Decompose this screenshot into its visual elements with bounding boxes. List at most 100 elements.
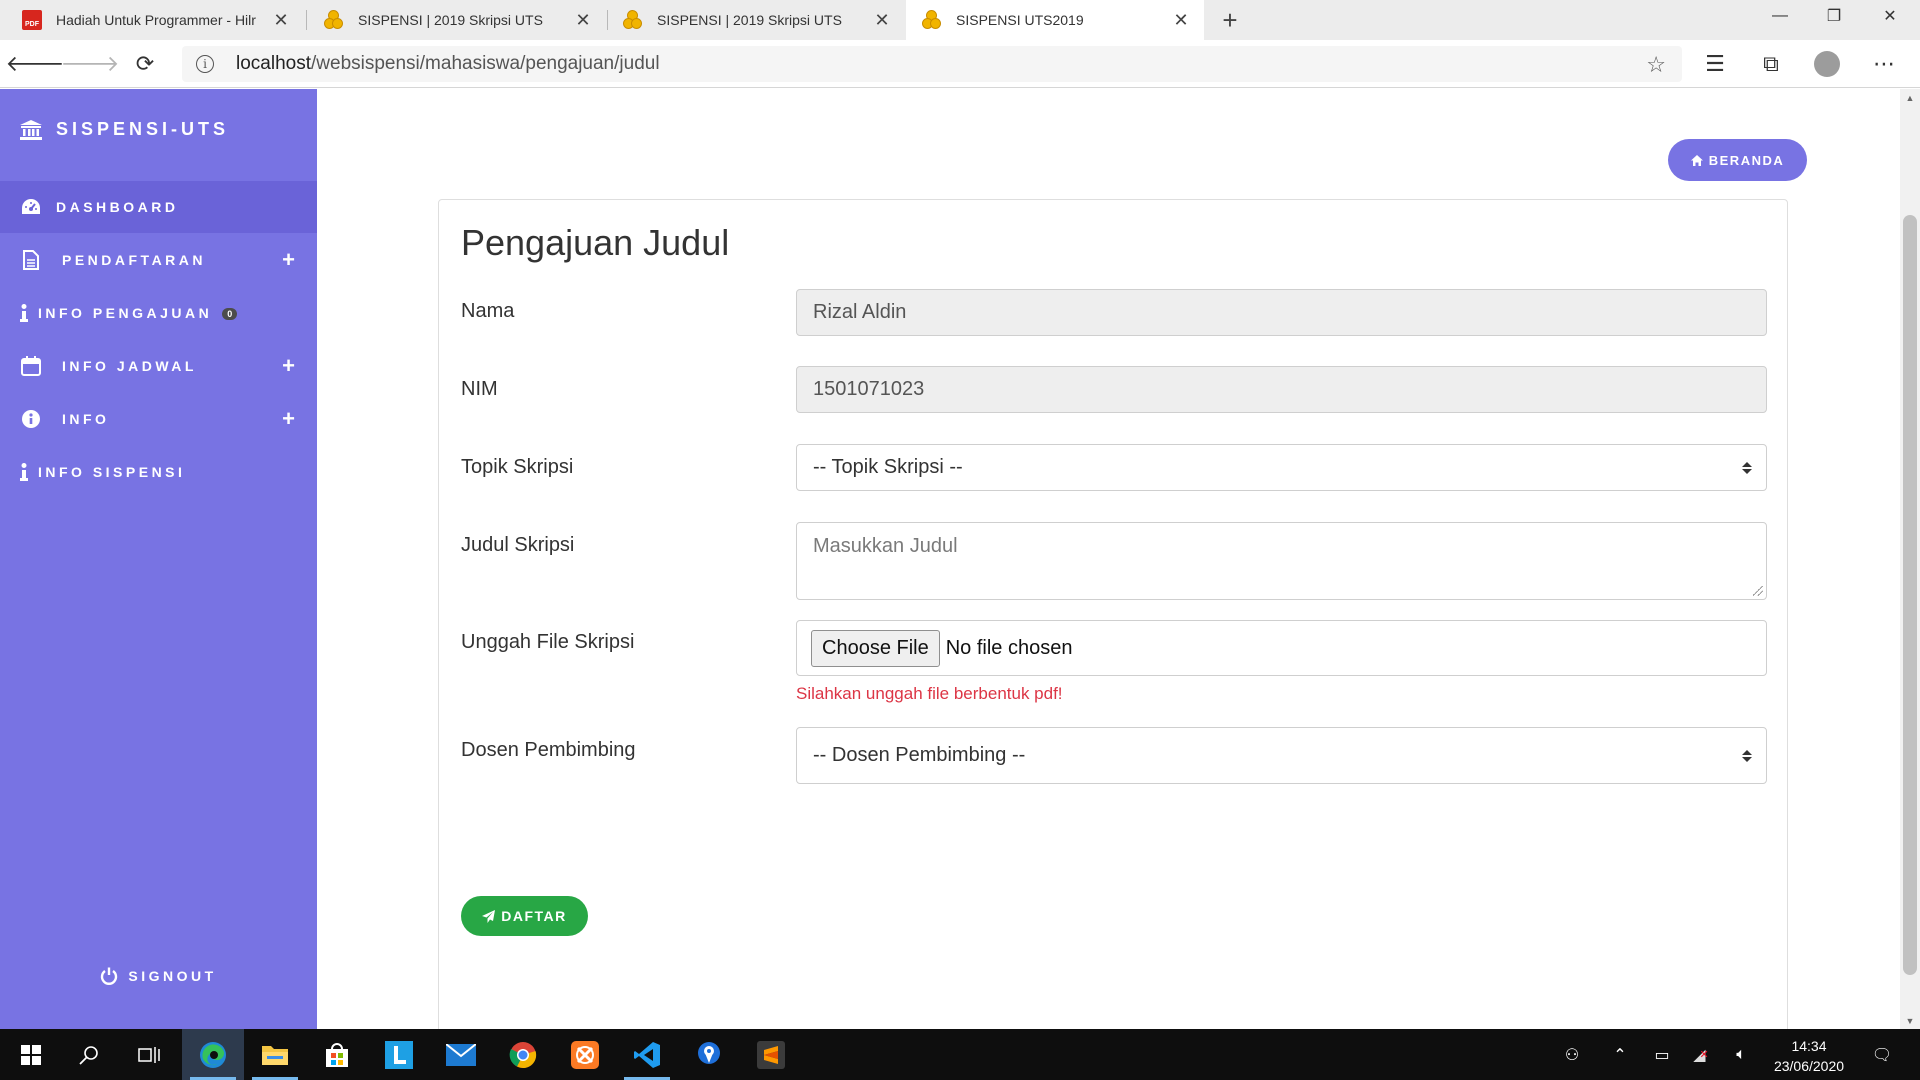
file-input[interactable]: Choose File No file chosen: [796, 620, 1767, 676]
calendar-icon: [20, 356, 42, 376]
scroll-thumb[interactable]: [1903, 215, 1917, 975]
volume-icon[interactable]: 🔈︎: [1724, 1029, 1758, 1080]
address-bar[interactable]: i localhost/websispensi/mahasiswa/pengaj…: [182, 46, 1682, 82]
page-title: Pengajuan Judul: [461, 222, 730, 263]
more-menu-icon[interactable]: ⋯: [1866, 46, 1902, 82]
sidebar-item-label: INFO JADWAL: [62, 358, 197, 374]
choose-file-button[interactable]: Choose File: [811, 629, 940, 667]
nim-value: 1501071023: [813, 378, 925, 400]
no-file-text: No file chosen: [945, 636, 1073, 659]
page-scrollbar[interactable]: ▲ ▼: [1900, 89, 1920, 1029]
network-disconnected-icon[interactable]: ◢ ✕: [1684, 1029, 1718, 1080]
windows-start-icon[interactable]: [0, 1029, 62, 1080]
paper-plane-icon: [482, 909, 496, 923]
sidebar-item-label: PENDAFTARAN: [62, 252, 207, 268]
resize-grip-icon[interactable]: [1753, 586, 1763, 596]
taskbar-clock[interactable]: 14:34 23/06/2020: [1764, 1036, 1854, 1076]
sispensi-favicon: [922, 10, 942, 30]
beranda-button[interactable]: BERANDA: [1668, 139, 1807, 181]
tab-title: SISPENSI | 2019 Skripsi UTS: [657, 12, 842, 28]
browser-tab[interactable]: SISPENSI | 2019 Skripsi UTS ✕: [308, 0, 606, 40]
tab-separator: [306, 10, 307, 30]
topik-skripsi-select[interactable]: -- Topik Skripsi --: [796, 444, 1767, 491]
scroll-up-arrow-icon[interactable]: ▲: [1900, 89, 1920, 106]
sidebar-item-text: INFO PENGAJUAN: [38, 305, 213, 321]
maps-icon[interactable]: [678, 1029, 740, 1080]
tab-close-icon[interactable]: ✕: [1170, 10, 1192, 31]
sidebar-item-pendaftaran[interactable]: PENDAFTARAN +: [0, 234, 317, 286]
sidebar-item-label: DASHBOARD: [56, 199, 179, 215]
show-hidden-icons-chevron-icon[interactable]: ⌃: [1604, 1029, 1636, 1080]
nama-label: Nama: [461, 300, 515, 322]
back-button[interactable]: 🡐: [6, 46, 65, 82]
sidebar-item-info[interactable]: INFO +: [0, 393, 317, 445]
window-close-button[interactable]: ✕: [1862, 0, 1918, 32]
nama-value: Rizal Aldin: [813, 301, 907, 323]
edge-icon[interactable]: [182, 1029, 244, 1080]
windows-taskbar: ⚇ ⌃ ▭ ◢ ✕ 🔈︎ 14:34 23/06/2020 🗨︎: [0, 1029, 1920, 1080]
favorites-list-icon[interactable]: ☰: [1697, 46, 1733, 82]
scroll-down-arrow-icon[interactable]: ▼: [1900, 1012, 1920, 1029]
browser-tab[interactable]: SISPENSI | 2019 Skripsi UTS ✕: [607, 0, 905, 40]
info-i-icon: [20, 463, 28, 481]
sidebar-item-dashboard[interactable]: DASHBOARD: [0, 181, 317, 233]
select-arrows-icon: [1742, 461, 1752, 474]
judul-skripsi-label: Judul Skripsi: [461, 534, 575, 556]
nim-label: NIM: [461, 378, 498, 400]
dosen-pembimbing-select[interactable]: -- Dosen Pembimbing --: [796, 727, 1767, 784]
task-view-icon[interactable]: [118, 1029, 180, 1080]
notifications-icon[interactable]: 🗨︎: [1862, 1029, 1902, 1080]
signout-button[interactable]: SIGNOUT: [0, 967, 317, 985]
judul-skripsi-textarea[interactable]: Masukkan Judul: [796, 522, 1767, 600]
beranda-label: BERANDA: [1708, 152, 1785, 168]
unggah-file-label: Unggah File Skripsi: [461, 631, 635, 653]
xampp-icon[interactable]: [554, 1029, 616, 1080]
chrome-icon[interactable]: [492, 1029, 554, 1080]
restore-button[interactable]: ❐: [1806, 0, 1862, 32]
nim-field[interactable]: 1501071023: [796, 366, 1767, 413]
clock-date: 23/06/2020: [1773, 1058, 1845, 1074]
tab-close-icon[interactable]: ✕: [572, 10, 594, 31]
site-info-icon[interactable]: i: [196, 55, 214, 73]
minimize-button[interactable]: —: [1752, 0, 1808, 32]
sublime-text-icon[interactable]: [740, 1029, 802, 1080]
url-text[interactable]: localhost/websispensi/mahasiswa/pengajua…: [236, 53, 660, 75]
new-tab-button[interactable]: +: [1210, 0, 1250, 40]
topik-skripsi-label: Topik Skripsi: [461, 456, 574, 478]
browser-tab[interactable]: PDF Hadiah Untuk Programmer - Hilr ✕: [6, 0, 304, 40]
search-icon[interactable]: [58, 1029, 120, 1080]
sidebar-item-info-jadwal[interactable]: INFO JADWAL +: [0, 340, 317, 392]
tab-close-icon[interactable]: ✕: [270, 10, 292, 31]
select-arrows-icon: [1742, 749, 1752, 762]
forward-button[interactable]: 🡒: [61, 46, 120, 82]
people-icon[interactable]: ⚇: [1556, 1029, 1588, 1080]
info-i-icon: [20, 304, 28, 322]
file-explorer-icon[interactable]: [244, 1029, 306, 1080]
browser-tab-strip: PDF Hadiah Untuk Programmer - Hilr ✕ SIS…: [0, 0, 1920, 40]
sidebar-item-label: INFO: [62, 411, 110, 427]
info-circle-icon: [20, 410, 42, 428]
battery-icon[interactable]: ▭: [1646, 1029, 1678, 1080]
vscode-icon[interactable]: [616, 1029, 678, 1080]
browser-tab-active[interactable]: SISPENSI UTS2019 ✕: [906, 0, 1204, 40]
mail-icon[interactable]: [430, 1029, 492, 1080]
form-card: Pengajuan Judul Nama Rizal Aldin NIM 150…: [438, 199, 1788, 1039]
collections-icon[interactable]: ⧉: [1753, 46, 1789, 82]
expand-plus-icon[interactable]: +: [282, 353, 295, 379]
sidebar-item-info-sispensi[interactable]: INFO SISPENSI: [0, 446, 317, 498]
tab-close-icon[interactable]: ✕: [871, 10, 893, 31]
document-icon: [20, 250, 42, 270]
favorite-star-icon[interactable]: ☆: [1646, 52, 1666, 78]
nama-field[interactable]: Rizal Aldin: [796, 289, 1767, 336]
profile-avatar[interactable]: [1814, 51, 1840, 77]
daftar-label: DAFTAR: [501, 908, 567, 924]
store-icon[interactable]: [306, 1029, 368, 1080]
l-app-icon[interactable]: [368, 1029, 430, 1080]
sidebar-item-info-pengajuan[interactable]: INFO PENGAJUAN 0: [0, 287, 317, 339]
expand-plus-icon[interactable]: +: [282, 247, 295, 273]
sidebar-brand[interactable]: SISPENSI-UTS: [20, 119, 229, 140]
daftar-submit-button[interactable]: DAFTAR: [461, 896, 588, 936]
topik-selected-value: -- Topik Skripsi --: [813, 456, 963, 478]
refresh-button[interactable]: ⟳: [127, 46, 163, 82]
expand-plus-icon[interactable]: +: [282, 406, 295, 432]
